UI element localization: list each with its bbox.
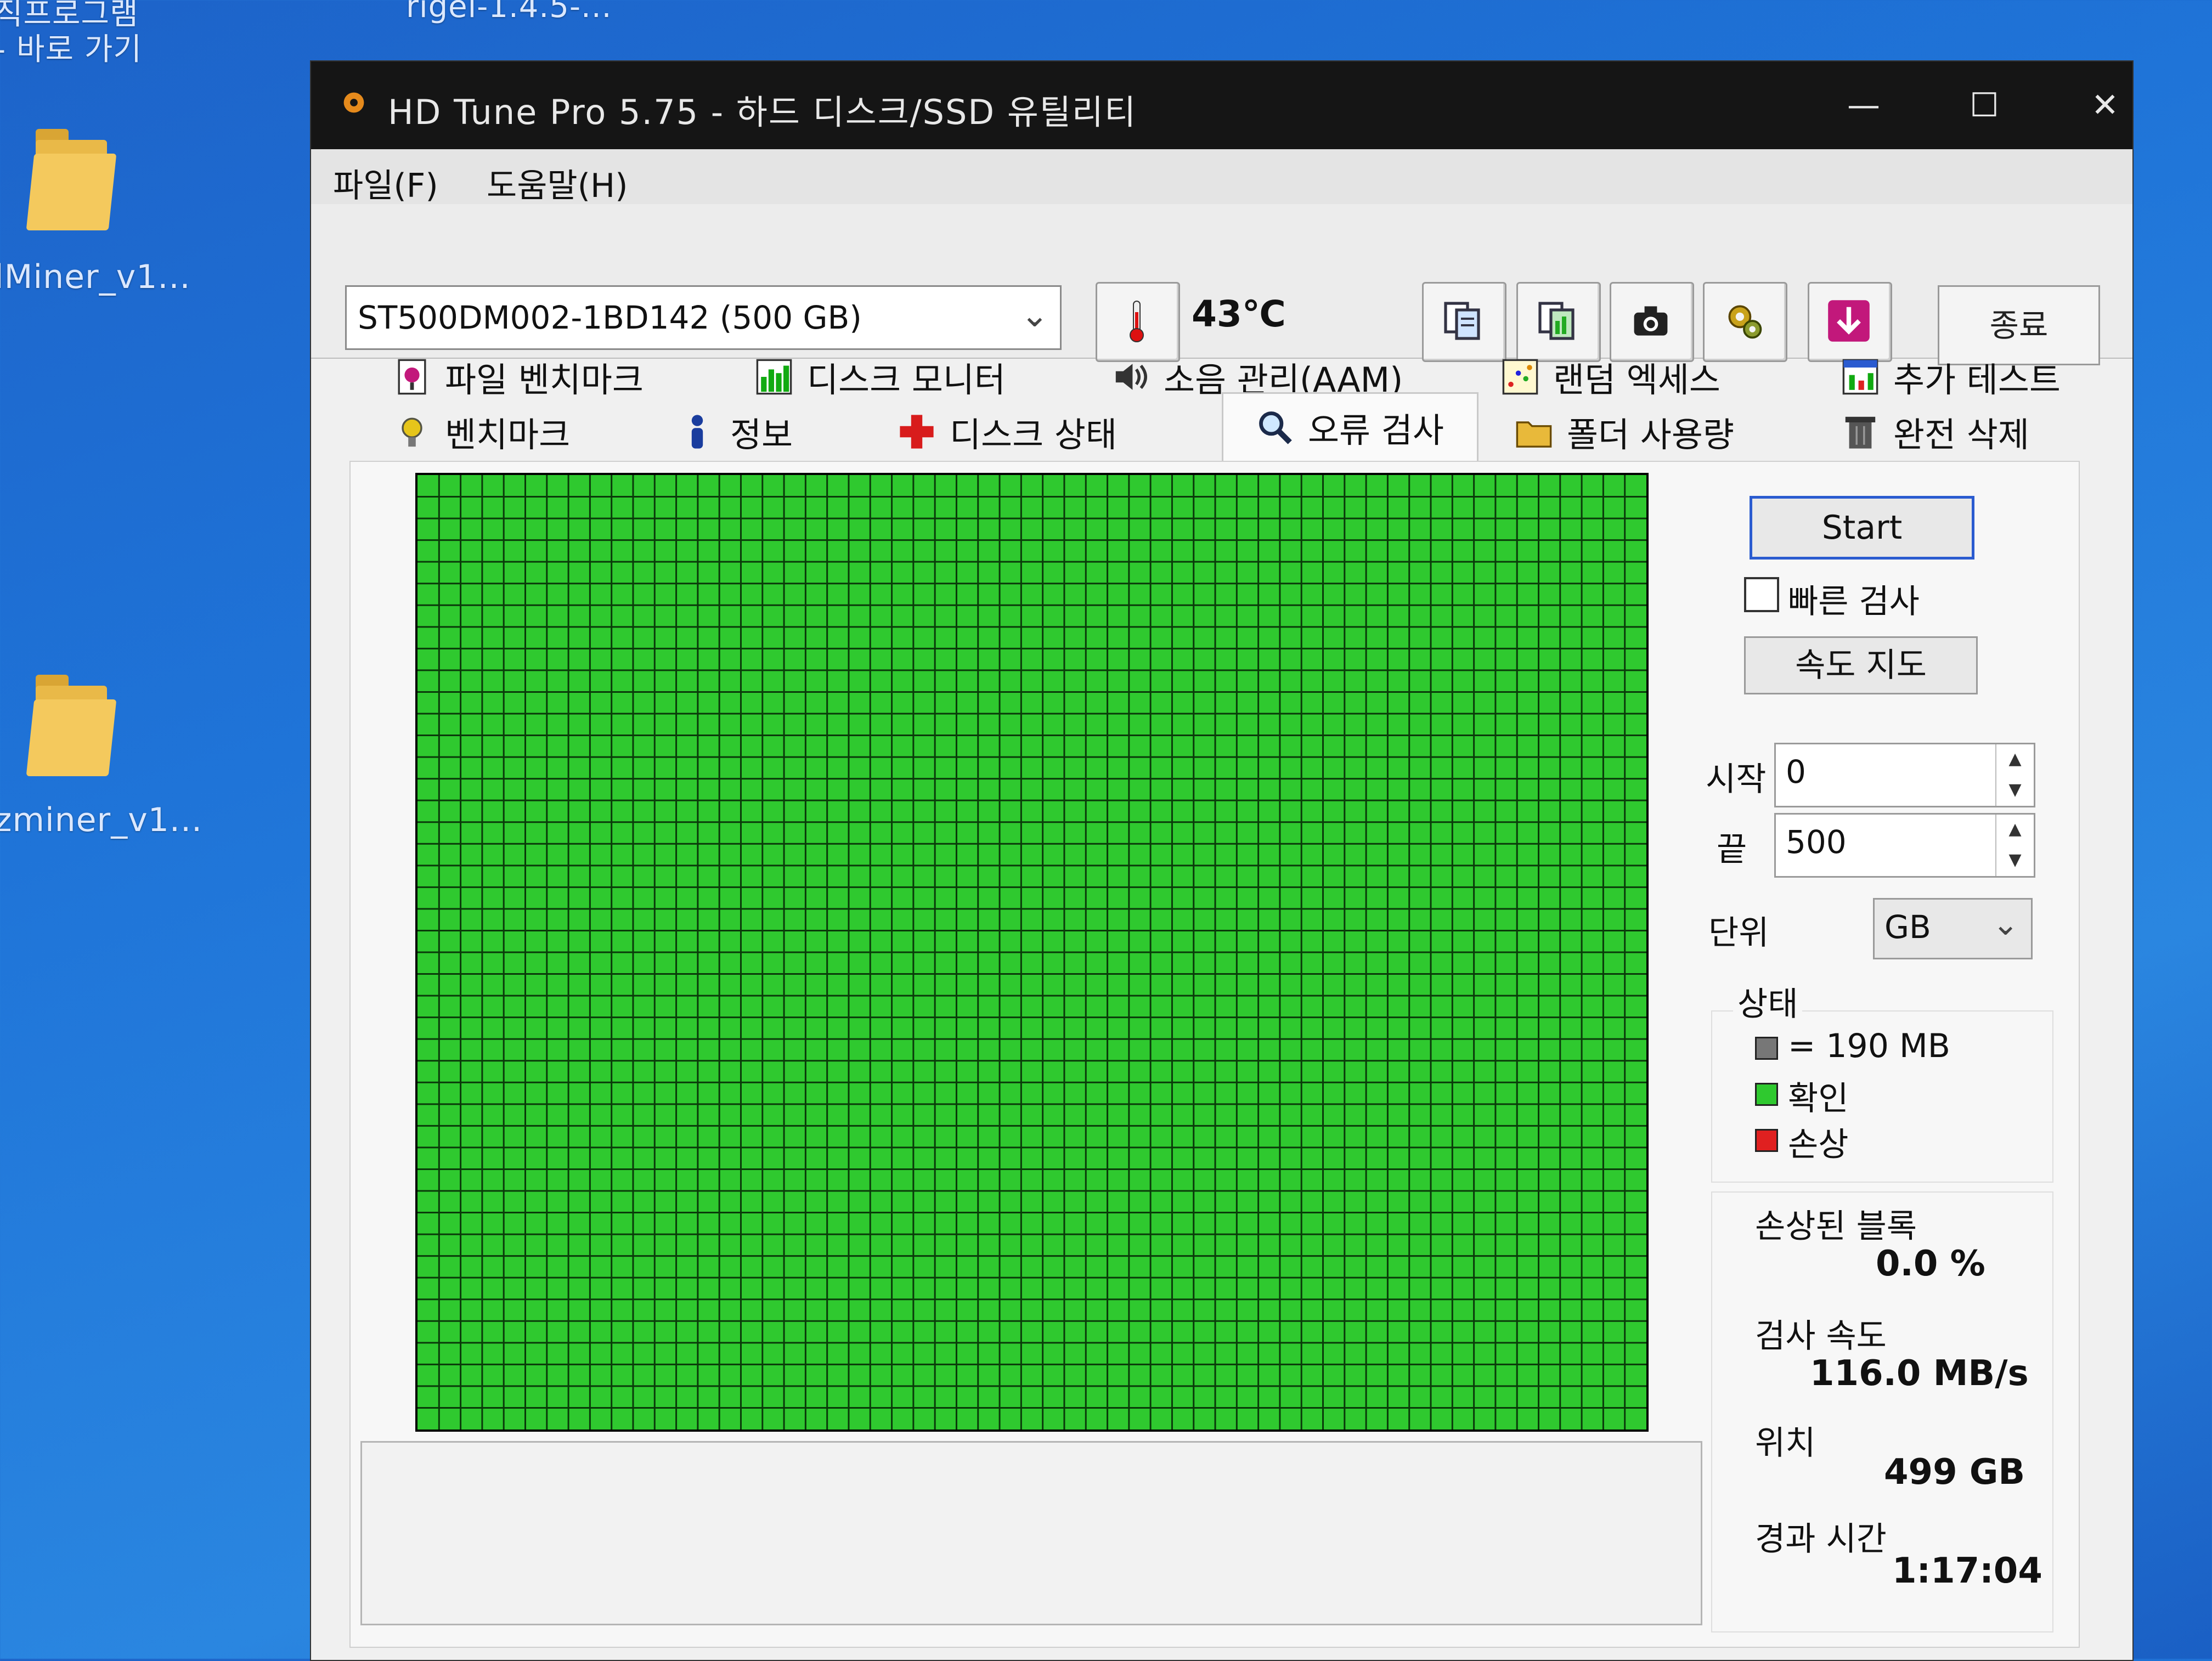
tab-label: 정보: [730, 415, 793, 455]
copy-screenshot-icon: [1538, 302, 1575, 340]
menu-file[interactable]: 파일(F): [333, 159, 438, 207]
error-scan-panel: Start 빠른 검사 속도 지도 시작 0 ▲ ▼ 끝 500 ▲ ▼ 단위 GB…: [349, 461, 2080, 1648]
magnifier-icon: [1259, 411, 1292, 444]
position-value: 499 GB: [1884, 1452, 2025, 1493]
minimize-button[interactable]: —: [1831, 78, 1897, 133]
temperature-value: 43℃: [1192, 293, 1286, 335]
title-bar[interactable]: HD Tune Pro 5.75 - 하드 디스크/SSD 유틸리티 — ☐ ✕: [311, 61, 2132, 149]
extra-tests-icon: [1842, 359, 1878, 395]
chevron-down-icon: ⌄: [1020, 295, 1049, 335]
ok-label: 확인: [1788, 1080, 1849, 1118]
position-label: 위치: [1755, 1424, 1816, 1462]
close-button[interactable]: ✕: [2072, 78, 2138, 133]
hdtune-app-icon: [343, 92, 364, 113]
thermometer-icon: [1130, 301, 1144, 342]
tab-label: 완전 삭제: [1893, 415, 2029, 455]
damaged-label: 손상: [1788, 1126, 1849, 1164]
ok-block-swatch: [1755, 1083, 1778, 1106]
elapsed-time-value: 1:17:04: [1892, 1551, 2042, 1591]
tab-label: 벤치마크: [445, 415, 571, 455]
chevron-down-icon: ⌄: [1992, 905, 2019, 942]
damaged-blocks-label: 손상된 블록: [1755, 1207, 1917, 1246]
scan-speed-label: 검사 속도: [1755, 1317, 1887, 1355]
red-cross-icon: [900, 415, 934, 449]
desktop-icon-label[interactable]: lMiner_v1...: [0, 258, 191, 296]
lightbulb-icon: [402, 417, 422, 447]
desktop-folder-icon[interactable]: [26, 123, 117, 230]
desktop-shortcut-label: - 바로 가기: [0, 32, 142, 67]
maximize-button[interactable]: ☐: [1951, 78, 2017, 133]
tab-error-scan[interactable]: 오류 검사: [1222, 392, 1479, 461]
scan-controls: Start 빠른 검사 속도 지도 시작 0 ▲ ▼ 끝 500 ▲ ▼ 단위 GB…: [1706, 462, 2073, 1647]
quick-scan-label: 빠른 검사: [1788, 583, 1920, 621]
folder-icon: [1516, 421, 1552, 448]
desktop-label-top-right: rigel-1.4.5-...: [406, 0, 612, 25]
tab-extra-tests[interactable]: 추가 테스트: [1842, 349, 2061, 404]
drive-select-value: ST500DM002-1BD142 (500 GB): [358, 299, 862, 336]
drive-select[interactable]: ST500DM002-1BD142 (500 GB) ⌄: [345, 285, 1062, 350]
menu-bar: 파일(F) 도움말(H): [311, 149, 2132, 207]
options-icon: [1728, 305, 1762, 339]
tab-row-2: 벤치마크 정보 디스크 상태 오류 검사 폴더 사용량 완전 삭제: [349, 392, 2078, 461]
start-label: 시작: [1706, 760, 1767, 799]
tab-disk-monitor[interactable]: 디스크 모니터: [755, 349, 1006, 404]
tab-random-access[interactable]: 랜덤 엑세스: [1502, 349, 1720, 404]
copy-info-icon: [1444, 302, 1480, 340]
random-access-icon: [1502, 359, 1538, 395]
block-size-label: = 190 MB: [1788, 1027, 1950, 1065]
info-person-icon: [691, 415, 703, 449]
trash-icon: [1845, 416, 1876, 449]
unscanned-block-swatch: [1755, 1037, 1778, 1060]
stepper-arrows[interactable]: ▲ ▼: [1995, 744, 2034, 806]
tab-label: 추가 테스트: [1893, 360, 2061, 400]
damaged-block-swatch: [1755, 1129, 1778, 1152]
tab-folder-usage[interactable]: 폴더 사용량: [1515, 404, 1734, 459]
tab-label: 파일 벤치마크: [445, 360, 644, 400]
tab-label: 폴더 사용량: [1567, 415, 1734, 455]
quick-scan-checkbox[interactable]: [1744, 577, 1779, 612]
tab-label: 랜덤 엑세스: [1553, 360, 1720, 400]
unit-value: GB: [1884, 908, 1931, 946]
file-benchmark-icon: [398, 359, 426, 395]
damaged-blocks-value: 0.0 %: [1876, 1244, 1985, 1284]
block-map-grid: [415, 473, 1649, 1432]
tab-label: 오류 검사: [1308, 410, 1444, 450]
speed-map-button[interactable]: 속도 지도: [1744, 636, 1978, 694]
tab-benchmark[interactable]: 벤치마크: [393, 404, 570, 459]
hdtune-window: HD Tune Pro 5.75 - 하드 디스크/SSD 유틸리티 — ☐ ✕…: [310, 60, 2134, 1661]
start-button[interactable]: Start: [1750, 496, 1974, 560]
tab-row-1: 파일 벤치마크 디스크 모니터 소음 관리(AAM) 랜덤 엑세스 추가 테스트: [349, 349, 2078, 404]
scan-log-box: [360, 1441, 1702, 1625]
desktop-folder-icon[interactable]: [26, 669, 117, 776]
elapsed-time-label: 경과 시간: [1755, 1520, 1887, 1558]
desktop-icon-label[interactable]: zminer_v1...: [0, 801, 202, 839]
status-title: 상태: [1733, 978, 1803, 1025]
speaker-icon: [1115, 364, 1147, 390]
unit-label: 단위: [1708, 914, 1769, 952]
tab-erase[interactable]: 완전 삭제: [1842, 404, 2029, 459]
download-arrow-icon: [1828, 300, 1870, 342]
stepper-arrows[interactable]: ▲ ▼: [1995, 815, 2034, 876]
scan-speed-value: 116.0 MB/s: [1810, 1353, 2029, 1394]
window-title: HD Tune Pro 5.75 - 하드 디스크/SSD 유틸리티: [388, 92, 1137, 132]
end-value-stepper[interactable]: 500 ▲ ▼: [1774, 813, 2035, 878]
tab-health[interactable]: 디스크 상태: [898, 404, 1117, 459]
end-value: 500: [1786, 823, 1847, 861]
start-value-stepper[interactable]: 0 ▲ ▼: [1774, 743, 2035, 807]
unit-select[interactable]: GB ⌄: [1873, 898, 2033, 959]
toolbar: ST500DM002-1BD142 (500 GB) ⌄ 43℃ 종료: [311, 204, 2132, 365]
start-value: 0: [1786, 753, 1806, 790]
tab-info[interactable]: 정보: [679, 404, 793, 459]
camera-icon: [1634, 306, 1668, 336]
tab-label: 디스크 상태: [950, 415, 1117, 455]
menu-help[interactable]: 도움말(H): [487, 159, 628, 207]
end-label: 끝: [1717, 830, 1747, 869]
tab-file-benchmark[interactable]: 파일 벤치마크: [393, 349, 644, 404]
tab-label: 디스크 모니터: [807, 360, 1006, 400]
disk-monitor-icon: [756, 359, 792, 395]
